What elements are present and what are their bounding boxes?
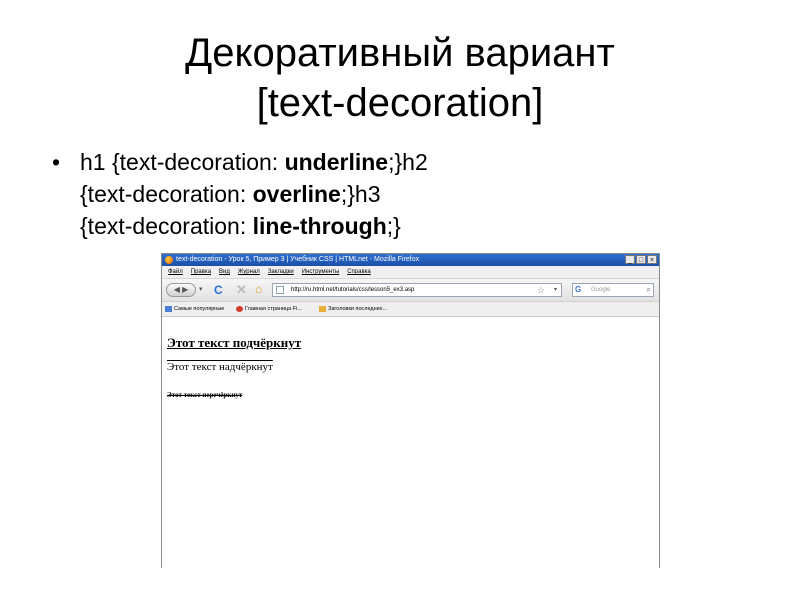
browser-screenshot: text-decoration - Урок 5, Пример 3 | Уче…	[161, 253, 660, 568]
bullet-text-1: h1 {text-decoration:	[80, 149, 285, 175]
reload-icon[interactable]: C	[214, 283, 223, 297]
slide-title-line2: [text-decoration]	[256, 81, 544, 125]
code-bullet: • h1 {text-decoration: underline;}h2 {te…	[52, 146, 680, 242]
menu-history[interactable]: Журнал	[238, 266, 260, 278]
menu-edit[interactable]: Правка	[191, 266, 211, 278]
address-bar[interactable]: http://ru.html.net/tutorials/css/lesson5…	[272, 283, 562, 297]
bookmark-firefox-home[interactable]: Главная страница Fi...	[236, 302, 302, 316]
browser-title-bar: text-decoration - Урок 5, Пример 3 | Уче…	[162, 254, 659, 266]
search-icon[interactable]: ⌕	[647, 284, 651, 296]
bullet-text-3: {text-decoration:	[80, 181, 253, 207]
search-box[interactable]: G Google ⌕	[572, 283, 654, 297]
address-dropdown-icon[interactable]: ▾	[554, 284, 557, 296]
rss-folder-icon	[319, 305, 326, 312]
menu-view[interactable]: Вид	[219, 266, 230, 278]
close-button[interactable]: ×	[647, 255, 657, 264]
stop-icon[interactable]: ✕	[236, 282, 247, 297]
home-icon[interactable]: ⌂	[255, 282, 262, 297]
bullet-keyword-line-through: line-through	[252, 213, 387, 239]
bullet-keyword-overline: overline	[252, 181, 341, 207]
bullet-text-4: ;}h3	[340, 181, 381, 207]
slide-title: Декоративный вариант [text-decoration]	[0, 28, 800, 128]
search-placeholder: Google	[591, 287, 611, 293]
bookmark-icon	[165, 305, 172, 312]
bookmark-most-visited[interactable]: Самые популярные	[165, 302, 224, 316]
slide-title-line1: Декоративный вариант	[185, 31, 615, 75]
maximize-button[interactable]: □	[636, 255, 646, 264]
firefox-icon	[165, 256, 173, 264]
address-url[interactable]: http://ru.html.net/tutorials/css/lesson5…	[291, 287, 414, 293]
navigation-toolbar: ◀ ▶ ▾ C ✕ ⌂ http://ru.html.net/tutorials…	[162, 279, 659, 302]
minimize-button[interactable]: _	[625, 255, 635, 264]
bullet-text-6: ;}	[386, 213, 401, 239]
window-title: text-decoration - Урок 5, Пример 3 | Уче…	[176, 256, 420, 263]
bullet-keyword-underline: underline	[284, 149, 389, 175]
menu-bookmarks[interactable]: Закладки	[268, 266, 294, 278]
bookmark-latest-headlines[interactable]: Заголовки последних...	[319, 302, 387, 316]
history-dropdown-icon[interactable]: ▾	[199, 285, 203, 293]
heading-overline: Этот текст надчёркнут	[167, 361, 273, 373]
bookmark-star-icon[interactable]: ☆	[537, 284, 545, 296]
menu-tools[interactable]: Инструменты	[302, 266, 339, 278]
google-icon[interactable]: G	[575, 285, 581, 295]
menu-bar: Файл Правка Вид Журнал Закладки Инструме…	[162, 266, 659, 279]
page-favicon-icon	[276, 286, 284, 294]
back-forward-button[interactable]: ◀ ▶	[166, 283, 196, 297]
bullet-marker: •	[52, 149, 61, 175]
bullet-text-2: ;}h2	[388, 149, 428, 175]
firefox-bookmark-icon	[236, 305, 243, 312]
menu-file[interactable]: Файл	[168, 266, 183, 278]
heading-underline: Этот текст подчёркнут	[167, 335, 302, 350]
heading-line-through: Этот текст перечёркнут	[167, 391, 243, 399]
bullet-text-5: {text-decoration:	[80, 213, 253, 239]
bookmarks-toolbar: Самые популярные Главная страница Fi... …	[162, 302, 659, 317]
window-controls: _ □ ×	[625, 255, 657, 264]
menu-help[interactable]: Справка	[347, 266, 371, 278]
